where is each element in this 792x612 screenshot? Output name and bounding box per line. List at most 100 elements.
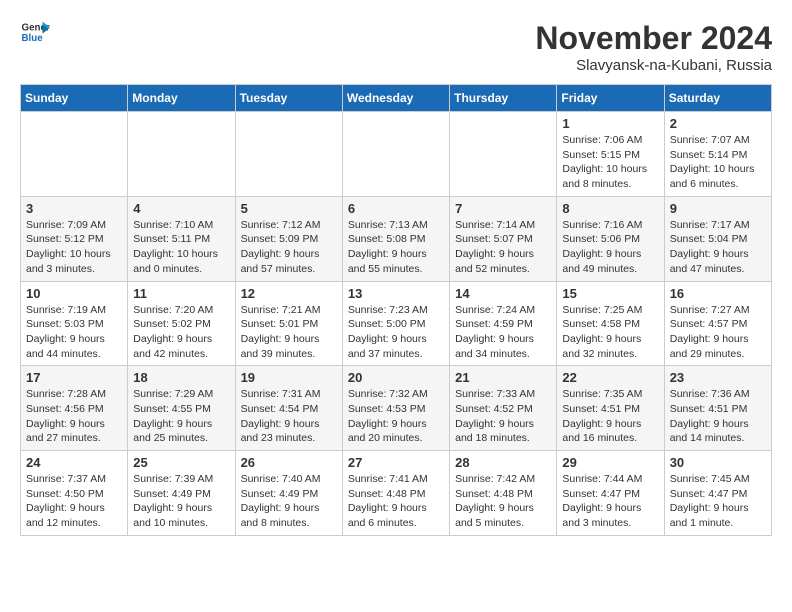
day-number: 26: [241, 455, 337, 470]
day-number: 6: [348, 201, 444, 216]
day-info: Sunrise: 7:20 AM Sunset: 5:02 PM Dayligh…: [133, 303, 229, 362]
day-number: 24: [26, 455, 122, 470]
calendar-cell: 11 Sunrise: 7:20 AM Sunset: 5:02 PM Dayli…: [128, 281, 235, 366]
calendar-cell: [128, 112, 235, 197]
day-number: 7: [455, 201, 551, 216]
day-info: Sunrise: 7:14 AM Sunset: 5:07 PM Dayligh…: [455, 218, 551, 277]
calendar-cell: 10 Sunrise: 7:19 AM Sunset: 5:03 PM Dayli…: [21, 281, 128, 366]
calendar-cell: 22Sunrise: 7:35 AM Sunset: 4:51 PM Dayli…: [557, 366, 664, 451]
weekday-header-wednesday: Wednesday: [342, 85, 449, 112]
calendar-cell: [21, 112, 128, 197]
calendar-cell: 29 Sunrise: 7:44 AM Sunset: 4:47 PM Dayli…: [557, 451, 664, 536]
day-info: Sunrise: 7:24 AM Sunset: 4:59 PM Dayligh…: [455, 303, 551, 362]
calendar-cell: 28 Sunrise: 7:42 AM Sunset: 4:48 PM Dayli…: [450, 451, 557, 536]
day-info: Sunrise: 7:29 AM Sunset: 4:55 PM Dayligh…: [133, 387, 229, 446]
weekday-header-monday: Monday: [128, 85, 235, 112]
day-info: Sunrise: 7:17 AM Sunset: 5:04 PM Dayligh…: [670, 218, 766, 277]
day-number: 25: [133, 455, 229, 470]
day-number: 14: [455, 286, 551, 301]
calendar-cell: [235, 112, 342, 197]
day-number: 10: [26, 286, 122, 301]
day-number: 23: [670, 370, 766, 385]
calendar-table: SundayMondayTuesdayWednesdayThursdayFrid…: [20, 84, 772, 536]
day-number: 16: [670, 286, 766, 301]
svg-text:Blue: Blue: [22, 33, 44, 44]
calendar-cell: 25Sunrise: 7:39 AM Sunset: 4:49 PM Dayli…: [128, 451, 235, 536]
day-info: Sunrise: 7:23 AM Sunset: 5:00 PM Dayligh…: [348, 303, 444, 362]
day-info: Sunrise: 7:27 AM Sunset: 4:57 PM Dayligh…: [670, 303, 766, 362]
day-number: 9: [670, 201, 766, 216]
day-number: 13: [348, 286, 444, 301]
calendar-cell: 1 Sunrise: 7:06 AM Sunset: 5:15 PM Daylig…: [557, 112, 664, 197]
day-info: Sunrise: 7:09 AM Sunset: 5:12 PM Dayligh…: [26, 218, 122, 277]
day-number: 2: [670, 116, 766, 131]
calendar-cell: 5 Sunrise: 7:12 AM Sunset: 5:09 PM Daylig…: [235, 196, 342, 281]
day-number: 8: [562, 201, 658, 216]
calendar-cell: 24Sunrise: 7:37 AM Sunset: 4:50 PM Dayli…: [21, 451, 128, 536]
calendar-cell: 4 Sunrise: 7:10 AM Sunset: 5:11 PM Daylig…: [128, 196, 235, 281]
day-info: Sunrise: 7:19 AM Sunset: 5:03 PM Dayligh…: [26, 303, 122, 362]
day-number: 29: [562, 455, 658, 470]
calendar-cell: 18 Sunrise: 7:29 AM Sunset: 4:55 PM Dayli…: [128, 366, 235, 451]
day-info: Sunrise: 7:06 AM Sunset: 5:15 PM Dayligh…: [562, 133, 658, 192]
day-number: 17: [26, 370, 122, 385]
calendar-cell: [342, 112, 449, 197]
calendar-cell: 30Sunrise: 7:45 AM Sunset: 4:47 PM Dayli…: [664, 451, 771, 536]
day-info: Sunrise: 7:25 AM Sunset: 4:58 PM Dayligh…: [562, 303, 658, 362]
day-number: 22: [562, 370, 658, 385]
day-number: 21: [455, 370, 551, 385]
day-number: 11: [133, 286, 229, 301]
weekday-header-tuesday: Tuesday: [235, 85, 342, 112]
calendar-cell: 6 Sunrise: 7:13 AM Sunset: 5:08 PM Daylig…: [342, 196, 449, 281]
day-info: Sunrise: 7:28 AM Sunset: 4:56 PM Dayligh…: [26, 387, 122, 446]
weekday-header-friday: Friday: [557, 85, 664, 112]
day-number: 12: [241, 286, 337, 301]
title-block: November 2024 Slavyansk-na-Kubani, Russi…: [535, 20, 772, 74]
calendar-cell: 20 Sunrise: 7:32 AM Sunset: 4:53 PM Dayli…: [342, 366, 449, 451]
day-info: Sunrise: 7:16 AM Sunset: 5:06 PM Dayligh…: [562, 218, 658, 277]
calendar-cell: 21Sunrise: 7:33 AM Sunset: 4:52 PM Dayli…: [450, 366, 557, 451]
day-number: 18: [133, 370, 229, 385]
calendar-cell: 23 Sunrise: 7:36 AM Sunset: 4:51 PM Dayli…: [664, 366, 771, 451]
calendar-cell: 14 Sunrise: 7:24 AM Sunset: 4:59 PM Dayli…: [450, 281, 557, 366]
logo-icon: General Blue: [20, 20, 50, 44]
day-number: 20: [348, 370, 444, 385]
month-title: November 2024: [535, 20, 772, 57]
day-number: 4: [133, 201, 229, 216]
day-info: Sunrise: 7:32 AM Sunset: 4:53 PM Dayligh…: [348, 387, 444, 446]
logo: General Blue: [20, 20, 50, 44]
calendar-cell: 8 Sunrise: 7:16 AM Sunset: 5:06 PM Daylig…: [557, 196, 664, 281]
day-info: Sunrise: 7:41 AM Sunset: 4:48 PM Dayligh…: [348, 472, 444, 531]
day-info: Sunrise: 7:45 AM Sunset: 4:47 PM Dayligh…: [670, 472, 766, 531]
calendar-cell: 2 Sunrise: 7:07 AM Sunset: 5:14 PM Daylig…: [664, 112, 771, 197]
day-info: Sunrise: 7:10 AM Sunset: 5:11 PM Dayligh…: [133, 218, 229, 277]
day-number: 28: [455, 455, 551, 470]
calendar-cell: 3 Sunrise: 7:09 AM Sunset: 5:12 PM Daylig…: [21, 196, 128, 281]
day-info: Sunrise: 7:31 AM Sunset: 4:54 PM Dayligh…: [241, 387, 337, 446]
calendar-cell: 16 Sunrise: 7:27 AM Sunset: 4:57 PM Dayli…: [664, 281, 771, 366]
weekday-header-thursday: Thursday: [450, 85, 557, 112]
day-info: Sunrise: 7:44 AM Sunset: 4:47 PM Dayligh…: [562, 472, 658, 531]
location: Slavyansk-na-Kubani, Russia: [535, 57, 772, 74]
day-info: Sunrise: 7:21 AM Sunset: 5:01 PM Dayligh…: [241, 303, 337, 362]
weekday-header-sunday: Sunday: [21, 85, 128, 112]
day-number: 19: [241, 370, 337, 385]
calendar-cell: 12 Sunrise: 7:21 AM Sunset: 5:01 PM Dayli…: [235, 281, 342, 366]
day-info: Sunrise: 7:13 AM Sunset: 5:08 PM Dayligh…: [348, 218, 444, 277]
calendar-cell: 17 Sunrise: 7:28 AM Sunset: 4:56 PM Dayli…: [21, 366, 128, 451]
day-number: 5: [241, 201, 337, 216]
day-number: 15: [562, 286, 658, 301]
calendar-cell: 27Sunrise: 7:41 AM Sunset: 4:48 PM Dayli…: [342, 451, 449, 536]
day-info: Sunrise: 7:07 AM Sunset: 5:14 PM Dayligh…: [670, 133, 766, 192]
calendar-cell: 15 Sunrise: 7:25 AM Sunset: 4:58 PM Dayli…: [557, 281, 664, 366]
day-number: 3: [26, 201, 122, 216]
weekday-header-saturday: Saturday: [664, 85, 771, 112]
day-info: Sunrise: 7:40 AM Sunset: 4:49 PM Dayligh…: [241, 472, 337, 531]
calendar-cell: 26 Sunrise: 7:40 AM Sunset: 4:49 PM Dayli…: [235, 451, 342, 536]
day-info: Sunrise: 7:36 AM Sunset: 4:51 PM Dayligh…: [670, 387, 766, 446]
day-number: 1: [562, 116, 658, 131]
day-info: Sunrise: 7:42 AM Sunset: 4:48 PM Dayligh…: [455, 472, 551, 531]
page-header: General Blue November 2024 Slavyansk-na-…: [20, 20, 772, 74]
day-info: Sunrise: 7:12 AM Sunset: 5:09 PM Dayligh…: [241, 218, 337, 277]
calendar-cell: 19 Sunrise: 7:31 AM Sunset: 4:54 PM Dayli…: [235, 366, 342, 451]
